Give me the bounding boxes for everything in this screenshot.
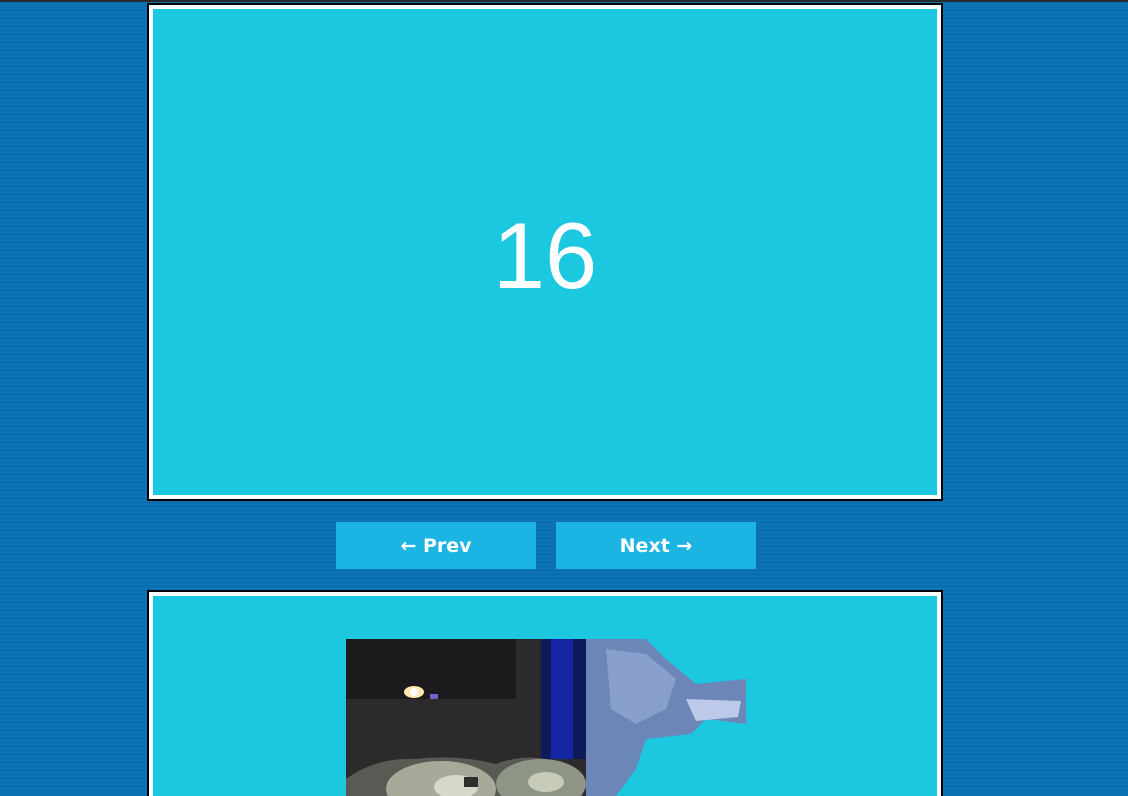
top-edge-strip — [0, 0, 1128, 2]
prev-button[interactable]: ← Prev — [336, 522, 536, 569]
next-button[interactable]: Next → — [556, 522, 756, 569]
media-panel — [147, 590, 943, 796]
slide-number: 16 — [492, 203, 598, 308]
slide-panel: 16 — [147, 3, 943, 501]
slide-navigation: ← Prev Next → — [336, 522, 756, 569]
photo-image-icon — [346, 639, 746, 796]
media-photo — [346, 639, 746, 796]
